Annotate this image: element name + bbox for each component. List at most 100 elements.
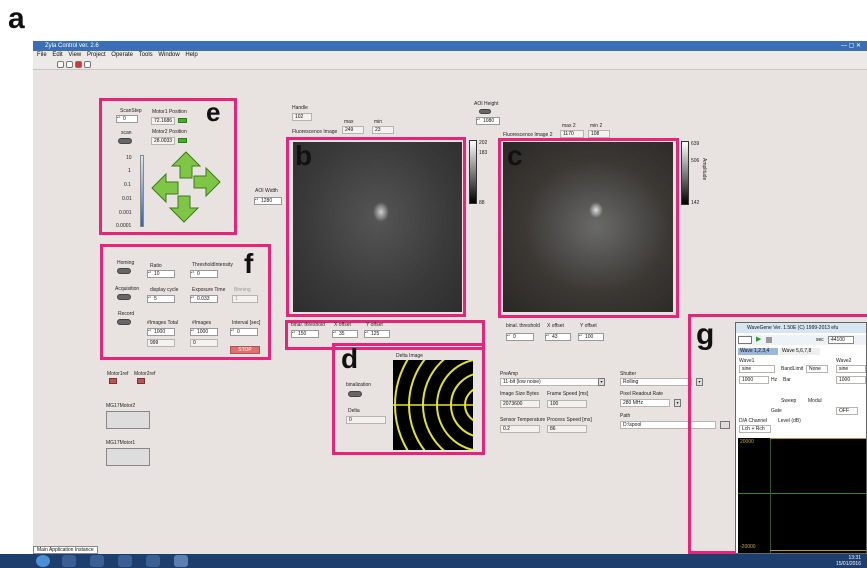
pause-icon[interactable] — [84, 61, 91, 68]
wave1-type-select[interactable]: sine — [739, 365, 775, 373]
panel-letter-d: d — [341, 343, 359, 374]
slider-tick-3: 0.01 — [122, 196, 132, 202]
browser-icon[interactable] — [118, 555, 132, 567]
cbar1-tick-0: 202 — [479, 140, 488, 146]
window-controls[interactable]: — ▢ ✕ — [841, 42, 861, 49]
slider-tick-2: 0.1 — [124, 182, 131, 188]
binal-threshold2-input[interactable]: 0 — [506, 333, 534, 341]
aoi-height-knob[interactable] — [479, 109, 491, 114]
play-icon[interactable]: ▶ — [756, 336, 761, 344]
mg17motor1-control[interactable] — [106, 448, 150, 466]
step-slider[interactable] — [140, 155, 144, 227]
process-speed-value: 86 — [547, 425, 587, 433]
motor1-value: 72.1686 — [151, 117, 175, 125]
menu-operate[interactable]: Operate — [111, 52, 133, 58]
display-cycle-input[interactable]: 5 — [147, 295, 175, 303]
wave2-off-select[interactable]: OFF — [836, 407, 858, 415]
labview-icon[interactable] — [146, 555, 160, 567]
stop-button[interactable]: STOP — [230, 346, 260, 354]
colorbar-1 — [469, 140, 477, 204]
bandlimit-select[interactable]: None — [806, 365, 828, 373]
image-size-label: Image Size Bytes — [500, 391, 539, 397]
cbar1-tick-1: 183 — [479, 150, 488, 156]
yoffset2-input[interactable]: 100 — [578, 333, 604, 341]
preamp-dropdown-icon[interactable]: ▾ — [598, 378, 605, 386]
pixel-rate-dropdown-icon[interactable]: ▾ — [674, 399, 681, 407]
binning-label: Binning — [234, 287, 251, 293]
wavegene-title: WaveGene Ver. 1.50E (C) 1999-2013 efu — [736, 323, 866, 333]
wg-open-icon[interactable] — [738, 336, 752, 344]
tab-wave-5-8[interactable]: Wave 5,6,7,8 — [780, 348, 820, 355]
run-continuous-icon[interactable] — [66, 61, 73, 68]
images-total-input[interactable]: 1000 — [147, 328, 175, 336]
freq-input[interactable]: 1000 — [739, 376, 769, 384]
shutter-label: Shutter — [620, 371, 637, 377]
arrow-up-icon[interactable] — [170, 151, 202, 179]
xoffset-input[interactable]: 35 — [332, 330, 358, 338]
pixel-rate-select[interactable]: 280 MHz — [620, 399, 670, 407]
slider-tick-4: 0.001 — [119, 210, 132, 216]
start-button-icon[interactable] — [36, 555, 50, 567]
channel-select[interactable]: Lch + Rch — [739, 425, 771, 433]
motor1-led — [178, 118, 187, 123]
acquisition-toggle[interactable] — [117, 294, 131, 300]
homing-toggle[interactable] — [117, 268, 131, 274]
aoi-width-input[interactable]: 1280 — [254, 197, 282, 205]
menu-view[interactable]: View — [68, 52, 81, 58]
images-label: #Images — [192, 320, 212, 326]
menu-file[interactable]: File — [37, 52, 47, 58]
instance-tab[interactable]: Main Application Instance — [33, 546, 98, 554]
binal-threshold-input[interactable]: 150 — [291, 330, 319, 338]
run-arrow-icon[interactable] — [57, 61, 64, 68]
menu-window[interactable]: Window — [158, 52, 179, 58]
ratio-input[interactable]: 10 — [147, 270, 175, 278]
fluorescence-image-2 — [503, 142, 673, 312]
bandlimit-label: BandLimit — [781, 366, 804, 372]
slider-tick-0: 10 — [126, 155, 132, 161]
motor1ref-indicator — [109, 378, 117, 384]
sample-rate-select[interactable]: 44100 — [828, 336, 854, 344]
scan-toggle[interactable] — [118, 138, 132, 144]
wave2-type-select[interactable]: sine — [836, 365, 866, 373]
mg17motor1-label: MG17Motor1 — [106, 440, 136, 446]
media-icon[interactable] — [90, 555, 104, 567]
frame-speed-label: Frame Speed [ms] — [547, 391, 589, 397]
record-toggle[interactable] — [117, 319, 131, 325]
binalization-toggle[interactable] — [348, 391, 362, 397]
max-label: max — [344, 119, 354, 125]
shutter-select[interactable]: Rolling — [620, 378, 692, 386]
aoi-height-label: AOI Height — [474, 101, 499, 107]
wave1-label: Wave1 — [739, 358, 755, 364]
motor2ref-indicator — [137, 378, 145, 384]
stop-icon[interactable] — [766, 337, 772, 343]
delta-label: Delta — [348, 408, 360, 414]
threshold-input[interactable]: 0 — [190, 270, 218, 278]
arrow-right-icon[interactable] — [193, 166, 221, 198]
abort-icon[interactable] — [75, 61, 82, 68]
wave2-freq-input[interactable]: 1000 — [836, 376, 866, 384]
interval-input[interactable]: 0 — [230, 328, 258, 336]
scanstep-input[interactable]: 0 — [116, 115, 138, 123]
mg17motor2-control[interactable] — [106, 411, 150, 429]
mg17motor2-label: MG17Motor2 — [106, 403, 136, 409]
app-icon[interactable] — [174, 555, 188, 567]
images-input[interactable]: 1000 — [190, 328, 218, 336]
cbar1-tick-2: 88 — [479, 200, 485, 206]
menu-edit[interactable]: Edit — [52, 52, 62, 58]
xoffset2-input[interactable]: 43 — [545, 333, 571, 341]
arrow-down-icon[interactable] — [168, 195, 200, 223]
aoi-height-input[interactable]: 1080 — [476, 117, 500, 125]
explorer-icon[interactable] — [62, 555, 76, 567]
yoffset-input[interactable]: 125 — [364, 330, 390, 338]
preamp-select[interactable]: 11-bit (low noise) — [500, 378, 600, 386]
menu-project[interactable]: Project — [87, 52, 106, 58]
arrow-left-icon[interactable] — [151, 172, 179, 204]
sensor-temp-value: 0.2 — [500, 425, 540, 433]
image-size-value: 2073600 — [500, 400, 540, 408]
tab-wave-1-4[interactable]: Wave 1,2,3,4 — [738, 348, 778, 355]
exposure-input[interactable]: 0.033 — [190, 295, 218, 303]
figure-letter: a — [8, 2, 25, 35]
wavegene-window: WaveGene Ver. 1.50E (C) 1999-2013 efu ▶ … — [735, 322, 867, 554]
menu-tools[interactable]: Tools — [139, 52, 153, 58]
menu-help[interactable]: Help — [185, 52, 197, 58]
